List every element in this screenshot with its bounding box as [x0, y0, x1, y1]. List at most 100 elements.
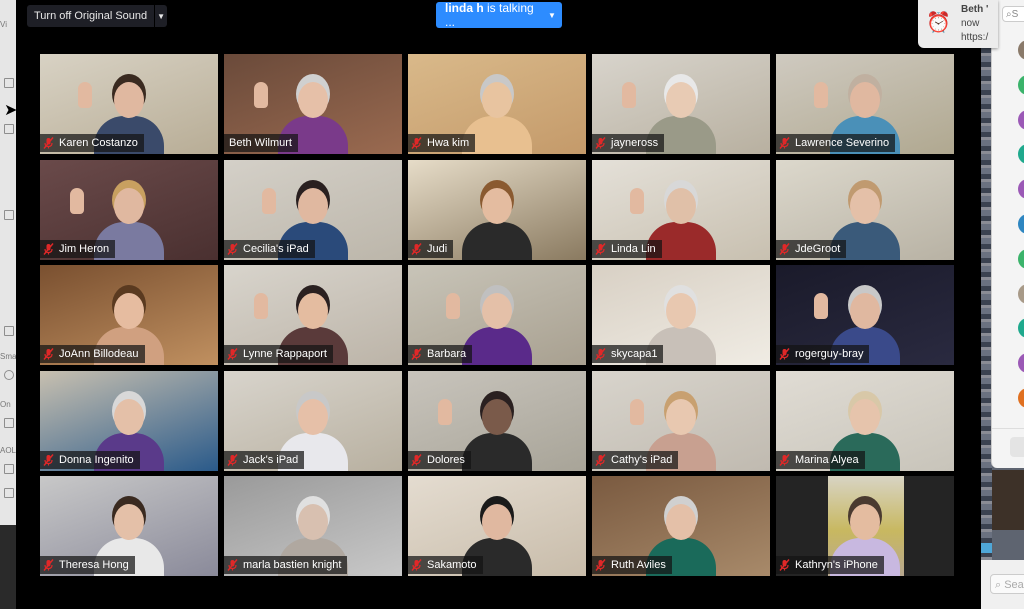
participant-tile[interactable]: Lawrence Severino: [776, 54, 954, 154]
waving-hand: [814, 82, 828, 108]
participant-tile[interactable]: Sakamoto: [408, 476, 586, 576]
chevron-down-icon[interactable]: ▼: [154, 5, 167, 27]
participant-tile[interactable]: skycapa1: [592, 265, 770, 365]
contact-avatar[interactable]: [1018, 248, 1024, 269]
muted-microphone-icon: [43, 243, 54, 255]
sidebar-bottom: [0, 525, 16, 609]
waving-hand: [630, 399, 644, 425]
participant-head: [850, 82, 880, 118]
contact-avatar[interactable]: [1018, 109, 1024, 130]
participant-head: [114, 504, 144, 540]
participant-tile[interactable]: Cathy's iPad: [592, 371, 770, 471]
trash-icon[interactable]: [4, 210, 14, 220]
contact-avatar[interactable]: [1018, 214, 1024, 234]
muted-microphone-icon: [779, 348, 790, 360]
participant-tile[interactable]: Theresa Hong: [40, 476, 218, 576]
participant-tile[interactable]: Judi: [408, 160, 586, 260]
participant-tile[interactable]: jayneross: [592, 54, 770, 154]
participant-tile[interactable]: Jim Heron: [40, 160, 218, 260]
participant-tile[interactable]: Linda Lin: [592, 160, 770, 260]
participant-tile[interactable]: Beth Wilmurt: [224, 54, 402, 154]
archive-icon[interactable]: [4, 326, 14, 336]
muted-microphone-icon: [595, 454, 606, 466]
muted-microphone-icon: [411, 559, 422, 571]
participant-tile[interactable]: rogerguy-bray: [776, 265, 954, 365]
contacts-footer-button[interactable]: [1010, 437, 1024, 457]
muted-microphone-icon: [411, 348, 422, 360]
participant-head: [482, 504, 512, 540]
desktop-blue-element: [981, 543, 992, 553]
participant-tile[interactable]: Marina Alyea: [776, 371, 954, 471]
participant-tile[interactable]: Karen Costanzo: [40, 54, 218, 154]
contact-avatar[interactable]: [1018, 144, 1024, 165]
junk-icon[interactable]: [4, 124, 14, 134]
muted-microphone-icon: [411, 454, 422, 466]
participant-name: Linda Lin: [611, 243, 656, 255]
participant-tile[interactable]: Hwa kim: [408, 54, 586, 154]
contacts-search-input[interactable]: ⌕S: [1002, 6, 1024, 22]
muted-microphone-icon: [43, 559, 54, 571]
participant-head: [114, 399, 144, 435]
muted-microphone-icon: [43, 454, 54, 466]
participant-name: Hwa kim: [427, 137, 470, 149]
original-sound-label[interactable]: Turn off Original Sound: [27, 5, 154, 27]
contact-avatar[interactable]: [1018, 179, 1024, 200]
participant-tile[interactable]: Cecilia's iPad: [224, 160, 402, 260]
drafts-icon[interactable]: [4, 78, 14, 88]
participant-tile[interactable]: marla bastien knight: [224, 476, 402, 576]
bottom-search-input[interactable]: ⌕ Sea: [990, 574, 1024, 594]
participant-head: [666, 188, 696, 224]
folder-icon[interactable]: [4, 418, 14, 428]
active-speaker-indicator[interactable]: linda h is talking ... ▼: [436, 1, 562, 29]
participant-tile[interactable]: Ruth Aviles: [592, 476, 770, 576]
participant-tile[interactable]: Dolores: [408, 371, 586, 471]
participant-name: Ruth Aviles: [611, 559, 666, 571]
participant-name: jayneross: [611, 137, 659, 149]
bottom-search-area: ⌕ Sea: [981, 560, 1024, 609]
muted-microphone-icon: [595, 348, 606, 360]
participant-head: [114, 188, 144, 224]
participant-tile[interactable]: Jack's iPad: [224, 371, 402, 471]
contact-avatar[interactable]: [1018, 74, 1024, 95]
participant-nameplate: Barbara: [408, 345, 473, 363]
participant-nameplate: Beth Wilmurt: [224, 134, 298, 152]
contact-avatar[interactable]: [1018, 388, 1024, 408]
folder-icon[interactable]: [4, 464, 14, 474]
contact-avatar[interactable]: [1018, 318, 1024, 339]
participant-head: [666, 82, 696, 118]
participant-nameplate: Linda Lin: [592, 240, 662, 258]
participant-nameplate: JdeGroot: [776, 240, 847, 258]
muted-microphone-icon: [227, 454, 238, 466]
participant-head: [298, 293, 328, 329]
participant-nameplate: jayneross: [592, 134, 665, 152]
notification-link[interactable]: https:/: [961, 32, 998, 43]
participant-tile[interactable]: Kathryn's iPhone: [776, 476, 954, 576]
participant-nameplate: Karen Costanzo: [40, 134, 144, 152]
participant-name: Marina Alyea: [795, 454, 859, 466]
gear-icon[interactable]: [4, 370, 14, 380]
participant-nameplate: Ruth Aviles: [592, 556, 672, 574]
participant-tile[interactable]: Donna Ingenito: [40, 371, 218, 471]
sent-icon[interactable]: ➤: [4, 100, 17, 119]
participant-head: [666, 504, 696, 540]
folder-icon[interactable]: [4, 488, 14, 498]
original-sound-button[interactable]: Turn off Original Sound ▼: [27, 5, 168, 27]
muted-microphone-icon: [411, 137, 422, 149]
contacts-panel: ⌕S: [991, 0, 1024, 468]
reminder-notification[interactable]: ⏰ Beth ' now https:/: [918, 0, 998, 48]
participant-name: JdeGroot: [795, 243, 841, 255]
chevron-down-icon[interactable]: ▼: [542, 11, 562, 20]
participant-nameplate: Jack's iPad: [224, 451, 305, 469]
contact-avatar[interactable]: [1018, 40, 1024, 60]
contact-avatar[interactable]: [1018, 353, 1024, 374]
participant-tile[interactable]: JdeGroot: [776, 160, 954, 260]
participant-tile[interactable]: JoAnn Billodeau: [40, 265, 218, 365]
participant-tile[interactable]: Barbara: [408, 265, 586, 365]
participant-nameplate: skycapa1: [592, 345, 664, 363]
waving-hand: [446, 293, 460, 319]
participant-nameplate: Dolores: [408, 451, 471, 469]
muted-microphone-icon: [779, 559, 790, 571]
participant-name: Lawrence Severino: [795, 137, 890, 149]
participant-tile[interactable]: Lynne Rappaport: [224, 265, 402, 365]
contact-avatar[interactable]: [1018, 283, 1024, 304]
